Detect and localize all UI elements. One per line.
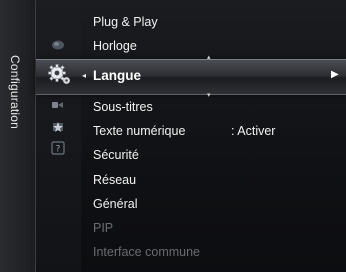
menu-item-plug-and-play[interactable]: Plug & Play	[93, 11, 158, 33]
support-question-icon[interactable]: ?	[49, 140, 67, 156]
svg-text:?: ?	[56, 145, 61, 155]
input-icon[interactable]	[49, 98, 67, 112]
menu-item-value: : Activer	[231, 124, 276, 138]
category-icon-column: ?	[36, 0, 81, 272]
category-label: Configuration	[8, 55, 22, 129]
menu-list: Plug & Play Horloge Sous-titres Texte nu…	[81, 0, 346, 272]
picture-icon[interactable]	[49, 38, 67, 52]
menu-item-reseau[interactable]: Réseau	[93, 169, 136, 191]
menu-item-horloge[interactable]: Horloge	[93, 35, 137, 57]
menu-item-label: Texte numérique	[93, 124, 186, 138]
menu-item-pip: PIP	[93, 221, 114, 235]
menu-item-sous-titres[interactable]: Sous-titres	[93, 96, 153, 118]
menu-item-texte-numerique[interactable]: Texte numérique : Activer	[93, 120, 275, 142]
menu-item-interface-commune: Interface commune	[93, 245, 200, 259]
application-icon[interactable]	[49, 120, 67, 134]
menu-item-general[interactable]: Général	[93, 193, 137, 215]
category-strip: Configuration	[0, 0, 36, 272]
menu-item-securite[interactable]: Sécurité	[93, 144, 139, 166]
osd-menu-screen: Configuration ? ◂ ▴ ▾ Langue ▶ Plug & Pl…	[0, 0, 346, 272]
gear-setup-icon[interactable]	[47, 63, 73, 87]
